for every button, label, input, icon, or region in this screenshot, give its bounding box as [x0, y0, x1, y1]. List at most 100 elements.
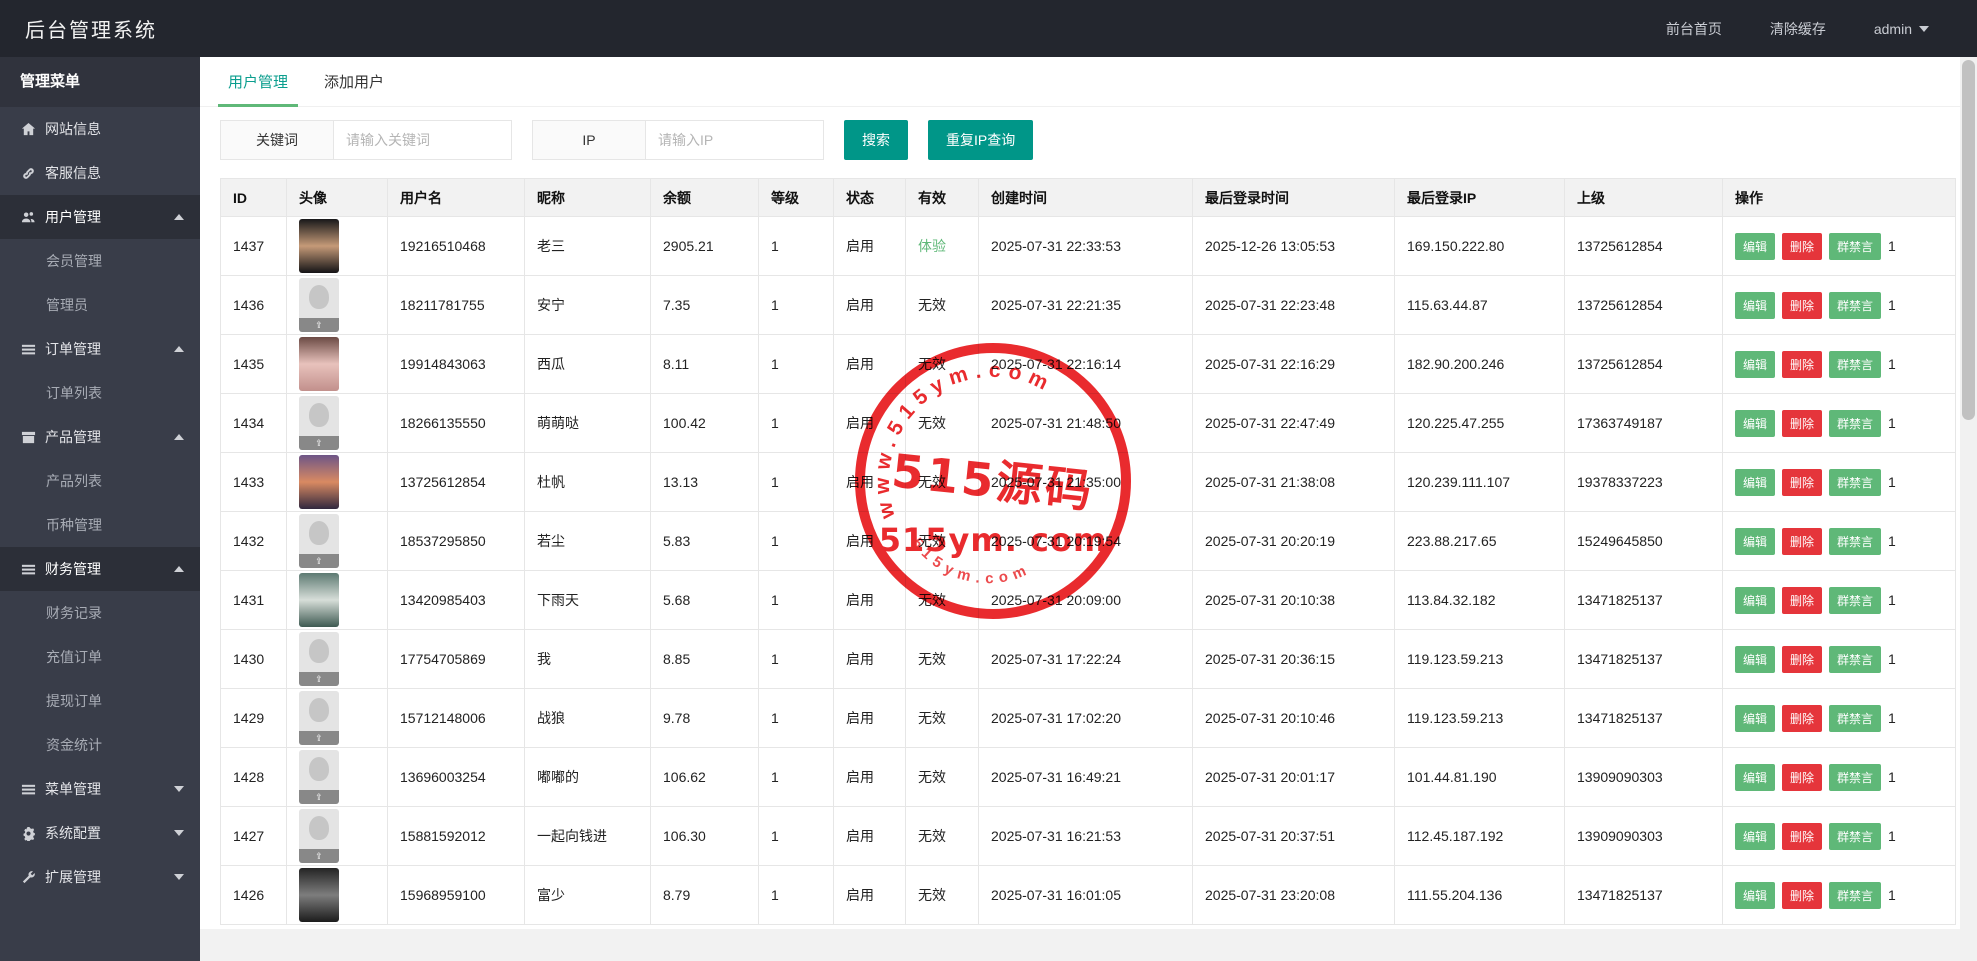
delete-button[interactable]: 删除 [1782, 291, 1823, 319]
chevron-down-icon [1919, 25, 1929, 32]
clear-cache-link[interactable]: 清除缓存 [1770, 19, 1826, 39]
frontend-home-link[interactable]: 前台首页 [1666, 19, 1722, 39]
sidebar-item-label: 资金统计 [46, 737, 102, 753]
delete-button[interactable]: 删除 [1782, 763, 1823, 791]
ip-input[interactable] [646, 120, 824, 160]
column-header: 用户名 [387, 178, 525, 217]
list-icon [20, 341, 36, 357]
sidebar-item-finance-mgmt[interactable]: 财务管理 [0, 547, 200, 591]
group-mute-button[interactable]: 群禁言 [1829, 232, 1882, 260]
edit-button[interactable]: 编辑 [1735, 232, 1776, 260]
edit-button[interactable]: 编辑 [1735, 350, 1776, 378]
column-header: 最后登录时间 [1192, 178, 1395, 217]
sidebar-item-order-mgmt[interactable]: 订单管理 [0, 327, 200, 371]
sidebar-item-extension-mgmt[interactable]: 扩展管理 [0, 855, 200, 899]
group-mute-button[interactable]: 群禁言 [1829, 881, 1882, 909]
cell-created: 2025-07-31 20:09:00 [978, 570, 1193, 630]
edit-button[interactable]: 编辑 [1735, 704, 1776, 732]
delete-button[interactable]: 删除 [1782, 232, 1823, 260]
sidebar-item-user-mgmt[interactable]: 用户管理 [0, 195, 200, 239]
cell-nickname: 安宁 [524, 275, 651, 335]
table-row: 1435 19914843063 西瓜 8.11 1 启用 无效 2025-07-31 22:… [220, 334, 1956, 394]
keyword-input[interactable] [334, 120, 512, 160]
sidebar-item-site-info[interactable]: 网站信息 [0, 107, 200, 151]
delete-button[interactable]: 删除 [1782, 881, 1823, 909]
sidebar-item-member-mgmt[interactable]: 会员管理 [0, 239, 200, 283]
sidebar-item-finance-records[interactable]: 财务记录 [0, 591, 200, 635]
sidebar-item-product-mgmt[interactable]: 产品管理 [0, 415, 200, 459]
sidebar-item-service-info[interactable]: 客服信息 [0, 151, 200, 195]
cell-last-login: 2025-07-31 20:36:15 [1192, 629, 1395, 689]
group-mute-button[interactable]: 群禁言 [1829, 763, 1882, 791]
cell-last-ip: 119.123.59.213 [1394, 688, 1565, 748]
sidebar-item-order-list[interactable]: 订单列表 [0, 371, 200, 415]
group-mute-button[interactable]: 群禁言 [1829, 527, 1882, 555]
group-mute-button[interactable]: 群禁言 [1829, 822, 1882, 850]
cell-nickname: 若尘 [524, 511, 651, 571]
vertical-scrollbar[interactable] [1960, 57, 1977, 961]
tab-add-user[interactable]: 添加用户 [306, 57, 402, 106]
sidebar-item-label: 会员管理 [46, 253, 102, 269]
sidebar-item-menu-mgmt[interactable]: 菜单管理 [0, 767, 200, 811]
tab-user-management[interactable]: 用户管理 [210, 57, 306, 107]
group-mute-button[interactable]: 群禁言 [1829, 645, 1882, 673]
edit-button[interactable]: 编辑 [1735, 881, 1776, 909]
sidebar-item-admins[interactable]: 管理员 [0, 283, 200, 327]
delete-button[interactable]: 删除 [1782, 822, 1823, 850]
group-mute-button[interactable]: 群禁言 [1829, 350, 1882, 378]
cell-avatar: ⇪ [286, 275, 388, 335]
cell-nickname: 下雨天 [524, 570, 651, 630]
edit-button[interactable]: 编辑 [1735, 409, 1776, 437]
edit-button[interactable]: 编辑 [1735, 468, 1776, 496]
group-mute-button[interactable]: 群禁言 [1829, 468, 1882, 496]
group-mute-button[interactable]: 群禁言 [1829, 586, 1882, 614]
sidebar-item-withdraw-orders[interactable]: 提现订单 [0, 679, 200, 723]
cell-id: 1429 [220, 688, 287, 748]
group-mute-button[interactable]: 群禁言 [1829, 291, 1882, 319]
delete-button[interactable]: 删除 [1782, 704, 1823, 732]
search-button[interactable]: 搜索 [844, 120, 908, 160]
sidebar-item-currency-mgmt[interactable]: 币种管理 [0, 503, 200, 547]
column-header: 操作 [1722, 178, 1956, 217]
group-mute-button[interactable]: 群禁言 [1829, 704, 1882, 732]
edit-button[interactable]: 编辑 [1735, 822, 1776, 850]
edit-button[interactable]: 编辑 [1735, 763, 1776, 791]
cell-id: 1436 [220, 275, 287, 335]
edit-button[interactable]: 编辑 [1735, 645, 1776, 673]
cell-last-ip: 120.225.47.255 [1394, 393, 1565, 453]
sidebar-item-label: 提现订单 [46, 693, 102, 709]
delete-button[interactable]: 删除 [1782, 645, 1823, 673]
sidebar-item-label: 系统配置 [45, 825, 101, 841]
home-icon [20, 121, 36, 137]
scrollbar-thumb[interactable] [1962, 60, 1975, 420]
cell-actions: 编辑 删除 群禁言 1 [1722, 688, 1956, 748]
cell-nickname: 西瓜 [524, 334, 651, 394]
sidebar-item-recharge-orders[interactable]: 充值订单 [0, 635, 200, 679]
mute-count: 1 [1888, 768, 1896, 785]
edit-button[interactable]: 编辑 [1735, 291, 1776, 319]
user-menu[interactable]: admin [1874, 21, 1929, 37]
edit-button[interactable]: 编辑 [1735, 527, 1776, 555]
sidebar-item-label: 扩展管理 [45, 869, 101, 885]
cell-status: 启用 [833, 452, 906, 512]
sidebar-item-fund-stats[interactable]: 资金统计 [0, 723, 200, 767]
cell-actions: 编辑 删除 群禁言 1 [1722, 570, 1956, 630]
column-header: 等级 [758, 178, 834, 217]
cell-avatar: ⇪ [286, 629, 388, 689]
duplicate-ip-button[interactable]: 重复IP查询 [928, 120, 1034, 160]
sidebar-item-product-list[interactable]: 产品列表 [0, 459, 200, 503]
sidebar-item-system-config[interactable]: 系统配置 [0, 811, 200, 855]
edit-button[interactable]: 编辑 [1735, 586, 1776, 614]
delete-button[interactable]: 删除 [1782, 586, 1823, 614]
app-title: 后台管理系统 [25, 20, 157, 42]
avatar: ⇪ [299, 750, 339, 804]
delete-button[interactable]: 删除 [1782, 527, 1823, 555]
delete-button[interactable]: 删除 [1782, 468, 1823, 496]
delete-button[interactable]: 删除 [1782, 409, 1823, 437]
delete-button[interactable]: 删除 [1782, 350, 1823, 378]
cell-actions: 编辑 删除 群禁言 1 [1722, 865, 1956, 925]
cell-last-ip: 169.150.222.80 [1394, 216, 1565, 276]
cell-parent: 13471825137 [1564, 688, 1723, 748]
group-mute-button[interactable]: 群禁言 [1829, 409, 1882, 437]
chevron-up-icon [174, 346, 184, 352]
